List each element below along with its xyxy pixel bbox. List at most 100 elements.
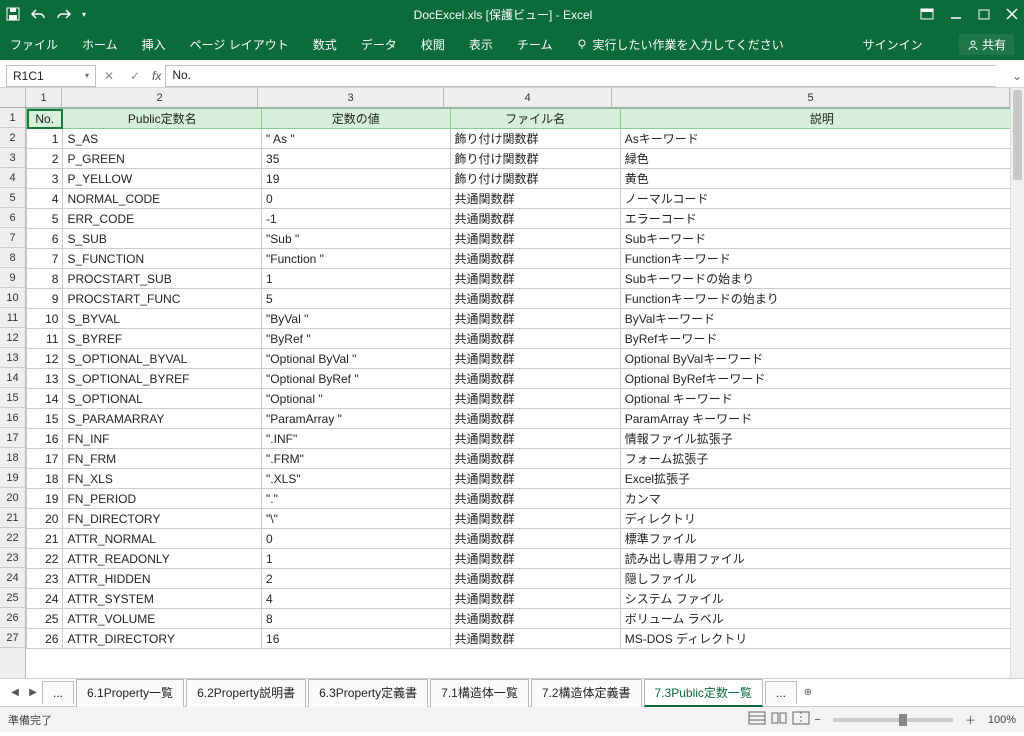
cell[interactable]: 共通関数群 [450, 529, 620, 549]
cell[interactable]: FN_XLS [63, 469, 262, 489]
cell[interactable]: "Optional ByRef " [262, 369, 450, 389]
cell[interactable]: P_YELLOW [63, 169, 262, 189]
tab-formulas[interactable]: 数式 [313, 36, 337, 53]
cell[interactable]: 2 [262, 569, 450, 589]
sheet-tab[interactable]: 7.2構造体定義書 [531, 679, 642, 707]
formula-input[interactable]: No. [165, 65, 996, 87]
cell[interactable]: S_OPTIONAL_BYVAL [63, 349, 262, 369]
table-header-cell[interactable]: 定数の値 [262, 109, 450, 129]
vertical-scrollbar[interactable] [1010, 88, 1024, 678]
row-header[interactable]: 22 [0, 528, 25, 548]
enter-formula-icon[interactable]: ✓ [122, 65, 148, 87]
cell[interactable]: 4 [27, 189, 63, 209]
cell[interactable]: フォーム拡張子 [620, 449, 1023, 469]
cell[interactable]: 35 [262, 149, 450, 169]
tab-review[interactable]: 校閲 [421, 36, 445, 53]
cell[interactable]: 情報ファイル拡張子 [620, 429, 1023, 449]
row-header[interactable]: 27 [0, 628, 25, 648]
table-header-cell[interactable]: No. [27, 109, 63, 129]
row-header[interactable]: 24 [0, 568, 25, 588]
cell[interactable]: "ByVal " [262, 309, 450, 329]
cell[interactable]: 共通関数群 [450, 629, 620, 649]
sheet-tab[interactable]: 7.3Public定数一覧 [644, 679, 763, 707]
cell[interactable]: 22 [27, 549, 63, 569]
cell[interactable]: 13 [27, 369, 63, 389]
cell[interactable]: 黄色 [620, 169, 1023, 189]
cell[interactable]: 共通関数群 [450, 509, 620, 529]
cell[interactable]: 隠しファイル [620, 569, 1023, 589]
cell[interactable]: 共通関数群 [450, 249, 620, 269]
zoom-level[interactable]: 100% [988, 714, 1016, 726]
row-header[interactable]: 26 [0, 608, 25, 628]
row-header[interactable]: 10 [0, 288, 25, 308]
row-header[interactable]: 2 [0, 128, 25, 148]
cell[interactable]: 8 [262, 609, 450, 629]
zoom-in-button[interactable]: ＋ [965, 712, 976, 728]
row-header[interactable]: 18 [0, 448, 25, 468]
scroll-thumb[interactable] [1013, 90, 1022, 180]
cell[interactable]: 15 [27, 409, 63, 429]
cell[interactable]: PROCSTART_SUB [63, 269, 262, 289]
cell[interactable]: 19 [262, 169, 450, 189]
table-header-cell[interactable]: ファイル名 [450, 109, 620, 129]
view-normal-icon[interactable] [748, 711, 766, 728]
cell[interactable]: "." [262, 489, 450, 509]
cell[interactable]: 共通関数群 [450, 609, 620, 629]
maximize-icon[interactable] [978, 8, 990, 20]
cell[interactable]: 共通関数群 [450, 589, 620, 609]
tab-file[interactable]: ファイル [10, 36, 58, 53]
cell[interactable]: NORMAL_CODE [63, 189, 262, 209]
cell[interactable]: システム ファイル [620, 589, 1023, 609]
cell[interactable]: "ParamArray " [262, 409, 450, 429]
cell[interactable]: ParamArray キーワード [620, 409, 1023, 429]
cell[interactable]: S_BYREF [63, 329, 262, 349]
tab-insert[interactable]: 挿入 [142, 36, 166, 53]
cell[interactable]: 21 [27, 529, 63, 549]
row-header[interactable]: 3 [0, 148, 25, 168]
formula-expand-icon[interactable]: ⌄ [1010, 69, 1024, 83]
cell[interactable]: ディレクトリ [620, 509, 1023, 529]
row-header[interactable]: 6 [0, 208, 25, 228]
cell[interactable]: FN_INF [63, 429, 262, 449]
sheet-tab-more-next[interactable]: ... [765, 681, 797, 704]
cell[interactable]: 2 [27, 149, 63, 169]
row-header[interactable]: 16 [0, 408, 25, 428]
save-icon[interactable] [6, 7, 20, 21]
row-header[interactable]: 8 [0, 248, 25, 268]
cell[interactable]: 共通関数群 [450, 369, 620, 389]
cell[interactable]: 読み出し専用ファイル [620, 549, 1023, 569]
cancel-formula-icon[interactable]: ✕ [96, 65, 122, 87]
view-pagelayout-icon[interactable] [770, 711, 788, 728]
cell[interactable]: ATTR_VOLUME [63, 609, 262, 629]
cell[interactable]: 11 [27, 329, 63, 349]
cell[interactable]: S_PARAMARRAY [63, 409, 262, 429]
chevron-down-icon[interactable]: ▾ [85, 71, 89, 80]
cell[interactable]: 共通関数群 [450, 189, 620, 209]
row-header[interactable]: 17 [0, 428, 25, 448]
cell[interactable]: 共通関数群 [450, 489, 620, 509]
cell[interactable]: 4 [262, 589, 450, 609]
cell[interactable]: 6 [27, 229, 63, 249]
cell[interactable]: "Optional ByVal " [262, 349, 450, 369]
cell[interactable]: 0 [262, 189, 450, 209]
cell[interactable]: 飾り付け関数群 [450, 149, 620, 169]
sheet-nav-next[interactable]: ▶ [24, 687, 42, 698]
cell[interactable]: 9 [27, 289, 63, 309]
cell[interactable]: 14 [27, 389, 63, 409]
cell[interactable]: ATTR_SYSTEM [63, 589, 262, 609]
cell[interactable]: 共通関数群 [450, 289, 620, 309]
fx-icon[interactable]: fx [152, 69, 161, 83]
cell[interactable]: " As " [262, 129, 450, 149]
cell[interactable]: 共通関数群 [450, 469, 620, 489]
minimize-icon[interactable] [950, 8, 962, 20]
row-header[interactable]: 13 [0, 348, 25, 368]
row-header[interactable]: 5 [0, 188, 25, 208]
row-header[interactable]: 21 [0, 508, 25, 528]
row-header[interactable]: 19 [0, 468, 25, 488]
zoom-out-button[interactable]: − [814, 714, 820, 726]
cell[interactable]: 飾り付け関数群 [450, 129, 620, 149]
cell[interactable]: ATTR_NORMAL [63, 529, 262, 549]
cell[interactable]: 共通関数群 [450, 389, 620, 409]
cell[interactable]: 12 [27, 349, 63, 369]
cell[interactable]: ノーマルコード [620, 189, 1023, 209]
